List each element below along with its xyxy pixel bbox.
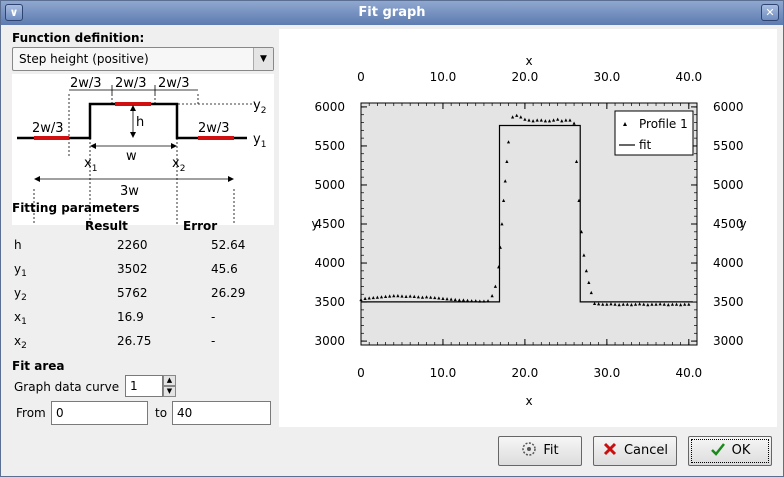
- plot-panel: 0 0 10.0 10.0 20.0 20.0 30.0 30.0 40.0 40.0 3000 30…: [279, 29, 777, 427]
- graph-data-curve-spinbox[interactable]: ▲ ▼: [125, 375, 177, 397]
- param-error: -: [211, 310, 216, 324]
- y-axis-label-left: y: [311, 217, 318, 231]
- y-tick-label-left: 5500: [314, 139, 345, 153]
- y-tick-label-right: 3000: [713, 334, 744, 348]
- ok-button[interactable]: OK: [688, 436, 772, 466]
- param-name: y2: [14, 286, 27, 303]
- diagram-right-third-label: 2w/3: [198, 121, 230, 136]
- diagram-third-label-1: 2w/3: [70, 76, 102, 91]
- fit-button-label: Fit: [543, 443, 559, 458]
- y-tick-label-left: 4500: [314, 217, 345, 231]
- x-axis-label-bottom: x: [525, 394, 532, 408]
- window-title: Fit graph: [358, 5, 426, 20]
- param-result: 16.9: [117, 310, 144, 324]
- y-tick-label-left: 3000: [314, 334, 345, 348]
- diagram-y1-label: y1: [253, 132, 266, 150]
- diagram-x1-label: x1: [84, 156, 97, 174]
- x-tick-label-top: 0: [357, 70, 365, 84]
- diagram-third-label-2: 2w/3: [115, 76, 147, 91]
- y-tick-label-left: 5000: [314, 178, 345, 192]
- graph-data-curve-input[interactable]: [125, 375, 163, 397]
- fit-chart[interactable]: 0 0 10.0 10.0 20.0 20.0 30.0 30.0 40.0 40.0 3000 30…: [279, 29, 777, 427]
- legend-fit-label: fit: [639, 138, 652, 152]
- x-tick-label-top: 30.0: [593, 70, 620, 84]
- graph-data-curve-label: Graph data curve: [14, 380, 120, 394]
- fit-icon: [522, 442, 537, 456]
- diagram-y2-label: y2: [253, 98, 266, 116]
- x-axis-label-top: x: [525, 54, 532, 68]
- to-label: to: [155, 406, 168, 420]
- y-tick-label-left: 6000: [314, 100, 345, 114]
- checkmark-icon: [710, 443, 725, 456]
- from-input[interactable]: [51, 401, 148, 425]
- y-tick-label-right: 4000: [713, 256, 744, 270]
- diagram-3w-label: 3w: [120, 184, 139, 199]
- result-column-header: Result: [85, 219, 128, 233]
- cancel-icon: [603, 442, 617, 456]
- function-definition-heading: Function definition:: [12, 31, 145, 45]
- diagram-w-label: w: [126, 149, 137, 164]
- window-menu-button[interactable]: ∨: [5, 4, 23, 21]
- param-error: 26.29: [211, 286, 246, 300]
- param-result: 3502: [117, 262, 148, 276]
- diagram-h-label: h: [136, 115, 144, 130]
- x-tick-label-bottom: 40.0: [675, 366, 702, 380]
- cancel-button-label: Cancel: [623, 443, 669, 458]
- diagram-left-third-label: 2w/3: [32, 121, 64, 136]
- to-input[interactable]: [172, 401, 271, 425]
- chevron-down-icon: ▼: [166, 387, 173, 395]
- legend-profile-label: Profile 1: [639, 117, 688, 131]
- param-name: x1: [14, 310, 27, 327]
- ok-button-label: OK: [731, 443, 751, 458]
- param-name: h: [14, 238, 22, 252]
- param-result: 2260: [117, 238, 148, 252]
- window-close-button[interactable]: ✕: [761, 4, 779, 21]
- x-tick-label-bottom: 0: [357, 366, 365, 380]
- y-tick-label-left: 3500: [314, 295, 345, 309]
- x-tick-label-bottom: 10.0: [430, 366, 457, 380]
- close-icon: ✕: [765, 6, 775, 19]
- diagram-x2-label: x2: [172, 156, 185, 174]
- param-name: x2: [14, 334, 27, 351]
- title-bar: ∨ Fit graph ✕: [1, 1, 783, 25]
- chevron-up-icon: ▲: [166, 376, 173, 384]
- y-tick-label-right: 5000: [713, 178, 744, 192]
- x-tick-label-top: 10.0: [430, 70, 457, 84]
- chevron-down-icon[interactable]: ▼: [253, 48, 273, 70]
- spin-up-button[interactable]: ▲: [163, 375, 176, 386]
- param-error: -: [211, 334, 216, 348]
- y-tick-label-right: 5500: [713, 139, 744, 153]
- x-tick-label-top: 40.0: [675, 70, 702, 84]
- function-select-value: Step height (positive): [19, 52, 149, 66]
- x-tick-label-top: 20.0: [512, 70, 539, 84]
- y-axis-label-right: y: [739, 217, 746, 231]
- x-tick-label-bottom: 20.0: [512, 366, 539, 380]
- y-tick-label-right: 6000: [713, 100, 744, 114]
- y-tick-label-right: 3500: [713, 295, 744, 309]
- from-label: From: [16, 406, 46, 420]
- error-column-header: Error: [183, 219, 218, 233]
- diagram-third-label-3: 2w/3: [158, 76, 190, 91]
- param-result: 5762: [117, 286, 148, 300]
- y-tick-label-left: 4000: [314, 256, 345, 270]
- fitting-parameters-heading: Fitting parameters: [12, 201, 140, 215]
- cancel-button[interactable]: Cancel: [593, 436, 677, 466]
- x-tick-label-bottom: 30.0: [593, 366, 620, 380]
- param-result: 26.75: [117, 334, 152, 348]
- fit-button[interactable]: Fit: [498, 436, 582, 466]
- param-error: 45.6: [211, 262, 238, 276]
- spin-down-button[interactable]: ▼: [163, 386, 176, 397]
- fit-area-heading: Fit area: [12, 359, 65, 373]
- chevron-down-icon: ∨: [9, 6, 19, 19]
- function-select[interactable]: Step height (positive) ▼: [12, 47, 274, 71]
- fit-graph-window: ∨ Fit graph ✕ Function definition: Step …: [0, 0, 784, 477]
- param-name: y1: [14, 262, 27, 279]
- param-error: 52.64: [211, 238, 246, 252]
